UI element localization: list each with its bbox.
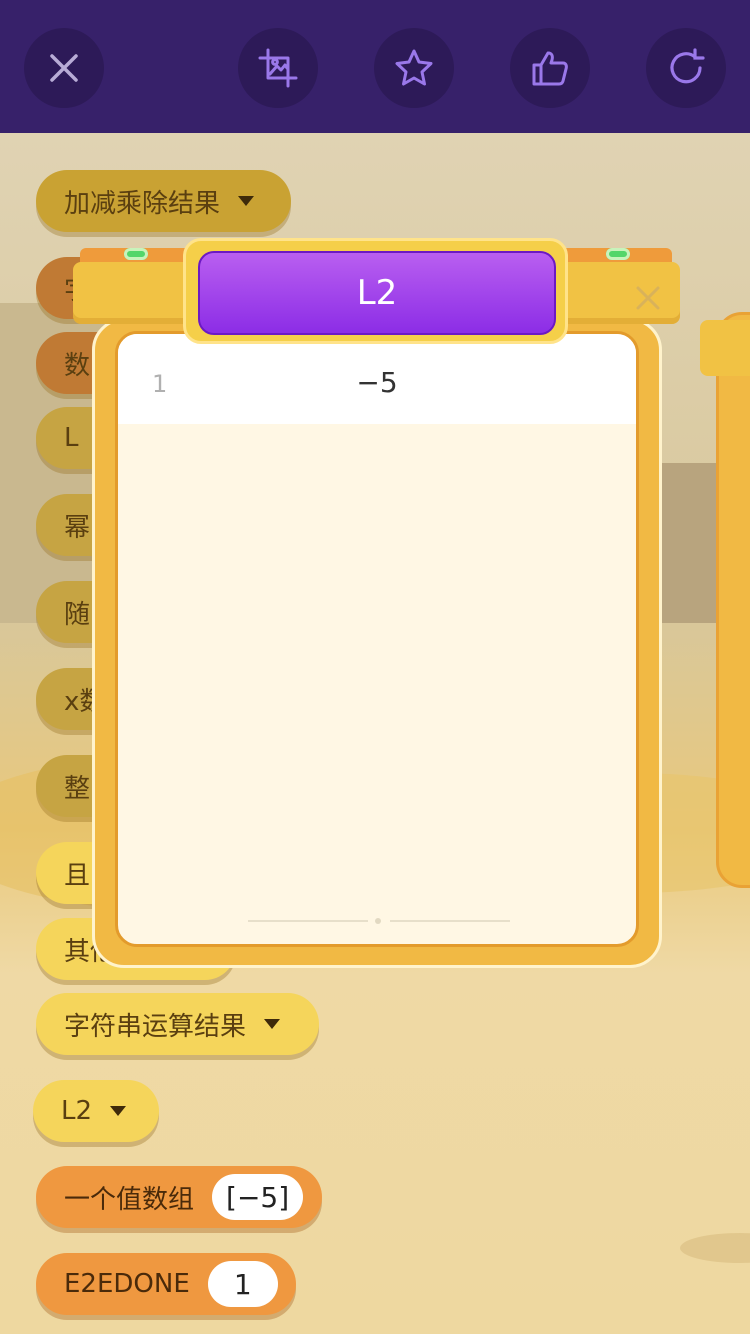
refresh-button[interactable] — [646, 28, 726, 108]
resize-handle[interactable] — [248, 918, 510, 924]
list-item[interactable]: 1 −5 — [118, 348, 636, 424]
like-button[interactable] — [510, 28, 590, 108]
list-viewer-modal: 1 −5 — [92, 318, 662, 968]
sand-patch — [680, 1233, 750, 1263]
list-content: 1 −5 — [115, 331, 639, 947]
secondary-panel-header — [700, 320, 750, 376]
crop-image-icon — [258, 48, 298, 88]
block-label: 字符串运算结果 — [64, 1011, 247, 1042]
block-label: 随 — [64, 599, 91, 630]
close-icon — [636, 286, 660, 310]
block-arithmetic-result[interactable]: 加减乘除结果 — [36, 170, 291, 232]
array-value-field[interactable]: [−5] — [212, 1174, 304, 1220]
header-wing-left — [73, 262, 195, 324]
close-button[interactable] — [24, 28, 104, 108]
chevron-down-icon — [264, 1019, 281, 1029]
modal-close-button[interactable] — [630, 280, 666, 316]
block-label: E2EDONE — [64, 1269, 190, 1299]
block-string-result[interactable]: 字符串运算结果 — [36, 993, 319, 1055]
block-single-value-array[interactable]: 一个值数组 [−5] — [36, 1166, 322, 1228]
top-toolbar — [0, 0, 750, 133]
block-e2edone[interactable]: E2EDONE 1 — [36, 1253, 296, 1315]
block-label: L2 — [61, 1096, 93, 1126]
indicator-light — [124, 248, 148, 260]
block-label: 且 — [64, 860, 91, 891]
number-value-field[interactable]: 1 — [207, 1261, 278, 1307]
screenshot-button[interactable] — [238, 28, 318, 108]
chevron-down-icon — [238, 196, 255, 206]
block-variable-l2[interactable]: L2 — [33, 1080, 159, 1142]
favorite-button[interactable] — [374, 28, 454, 108]
refresh-icon — [670, 48, 705, 84]
block-label: 整 — [64, 773, 91, 804]
thumbs-up-icon — [532, 51, 568, 86]
close-icon — [50, 54, 78, 82]
block-label: L — [64, 423, 79, 453]
indicator-light — [606, 248, 630, 260]
secondary-list-panel — [716, 312, 750, 888]
chevron-down-icon — [110, 1106, 127, 1116]
list-item-value[interactable]: −5 — [118, 366, 636, 399]
block-label: 数 — [64, 350, 91, 381]
block-label: 幂 — [64, 512, 91, 543]
modal-title-frame: L2 — [183, 238, 568, 344]
modal-title: L2 — [198, 251, 556, 335]
block-label: 一个值数组 — [64, 1184, 195, 1215]
star-icon — [395, 49, 433, 86]
block-label: 加减乘除结果 — [64, 188, 221, 219]
